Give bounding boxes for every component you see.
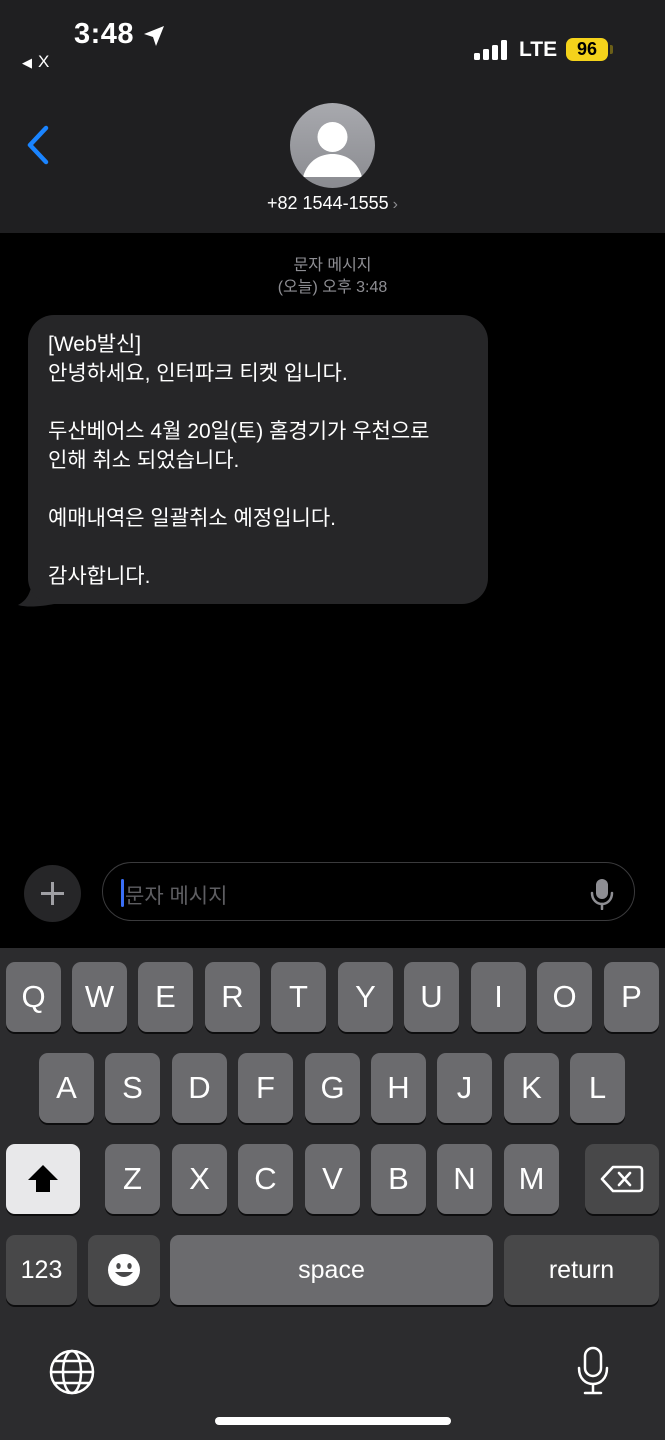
- key-x[interactable]: X: [172, 1144, 227, 1214]
- globe-icon[interactable]: [47, 1347, 97, 1397]
- key-q[interactable]: Q: [6, 962, 61, 1032]
- return-key[interactable]: return: [504, 1235, 659, 1305]
- key-p[interactable]: P: [604, 962, 659, 1032]
- status-time: 3:48: [74, 18, 135, 50]
- home-indicator[interactable]: [215, 1417, 451, 1425]
- delete-key[interactable]: [585, 1144, 659, 1214]
- space-key[interactable]: space: [170, 1235, 493, 1305]
- key-m[interactable]: M: [504, 1144, 559, 1214]
- person-silhouette-icon: [303, 122, 362, 177]
- key-t[interactable]: T: [271, 962, 326, 1032]
- back-chevron-icon[interactable]: [22, 124, 56, 168]
- add-attachment-button[interactable]: [24, 865, 81, 922]
- key-f[interactable]: F: [238, 1053, 293, 1123]
- message-service-label: 문자 메시지: [293, 257, 372, 274]
- backspace-icon: [600, 1165, 644, 1193]
- key-c[interactable]: C: [238, 1144, 293, 1214]
- contact-avatar[interactable]: [290, 103, 375, 188]
- incoming-message-text: [Web발신] 안녕하세요, 인터파크 티켓 입니다. 두산베어스 4월 20일…: [48, 333, 430, 588]
- emoji-key[interactable]: [88, 1235, 160, 1305]
- key-w[interactable]: W: [72, 962, 127, 1032]
- back-app-label: X: [38, 52, 50, 71]
- key-z[interactable]: Z: [105, 1144, 160, 1214]
- key-k[interactable]: K: [504, 1053, 559, 1123]
- dictation-mic-icon[interactable]: [589, 878, 615, 910]
- key-o[interactable]: O: [537, 962, 592, 1032]
- contact-name-button[interactable]: +82 1544-1555 ›: [0, 193, 665, 214]
- message-timestamp: (오늘) 오후 3:48: [277, 279, 388, 296]
- key-v[interactable]: V: [305, 1144, 360, 1214]
- key-e[interactable]: E: [138, 962, 193, 1032]
- key-l[interactable]: L: [570, 1053, 625, 1123]
- shift-key[interactable]: [6, 1144, 80, 1214]
- cellular-signal-icon: [474, 40, 508, 60]
- key-d[interactable]: D: [172, 1053, 227, 1123]
- key-b[interactable]: B: [371, 1144, 426, 1214]
- contact-number: +82 1544-1555: [267, 193, 389, 213]
- message-input-placeholder: 문자 메시지: [125, 885, 228, 908]
- key-i[interactable]: I: [471, 962, 526, 1032]
- keyboard-mic-icon[interactable]: [575, 1346, 611, 1396]
- back-to-app-link[interactable]: ◀ X: [22, 52, 49, 72]
- key-s[interactable]: S: [105, 1053, 160, 1123]
- emoji-face-icon: [108, 1254, 140, 1286]
- key-y[interactable]: Y: [338, 962, 393, 1032]
- key-n[interactable]: N: [437, 1144, 492, 1214]
- key-r[interactable]: R: [205, 962, 260, 1032]
- chevron-right-icon: ›: [392, 196, 398, 213]
- shift-arrow-icon: [28, 1165, 58, 1192]
- battery-nub: [610, 45, 613, 54]
- text-cursor: [121, 879, 124, 907]
- key-a[interactable]: A: [39, 1053, 94, 1123]
- back-triangle-icon: ◀: [22, 55, 32, 70]
- key-j[interactable]: J: [437, 1053, 492, 1123]
- battery-icon: 96: [566, 38, 608, 61]
- key-h[interactable]: H: [371, 1053, 426, 1123]
- network-type: LTE: [519, 38, 558, 61]
- key-u[interactable]: U: [404, 962, 459, 1032]
- key-g[interactable]: G: [305, 1053, 360, 1123]
- conversation-meta: 문자 메시지 (오늘) 오후 3:48: [0, 255, 665, 299]
- location-arrow-icon: [144, 26, 164, 46]
- numbers-key[interactable]: 123: [6, 1235, 77, 1305]
- keyboard: Q W E R T Y U I O P A S D F G H J K L Z …: [0, 948, 665, 1440]
